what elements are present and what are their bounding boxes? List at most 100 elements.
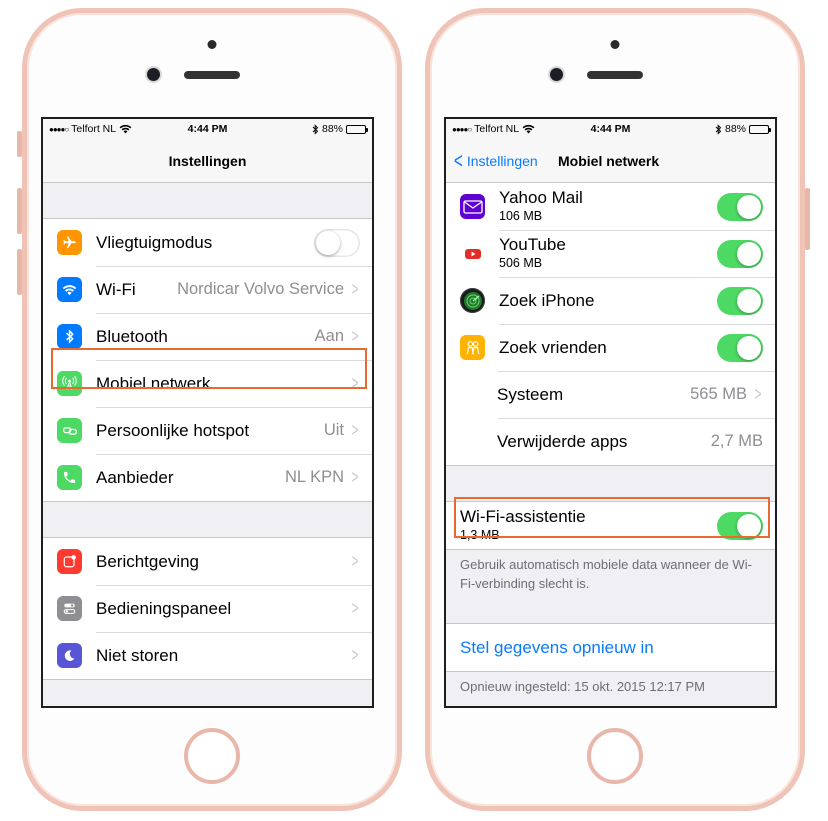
control-center-icon [57, 596, 82, 621]
settings-row-airplane[interactable]: Vliegtuigmodus [43, 219, 372, 266]
notifications-icon [57, 549, 82, 574]
settings-row-notifications[interactable]: Berichtgeving > [43, 538, 372, 585]
mute-switch [17, 131, 22, 157]
app-row-find-iphone: Zoek iPhone [446, 277, 775, 324]
row-system[interactable]: Systeem 565 MB > [446, 371, 775, 418]
proximity-sensor [207, 40, 217, 49]
find-friends-icon [460, 335, 485, 360]
settings-row-hotspot[interactable]: Persoonlijke hotspot Uit > [43, 407, 372, 454]
back-button[interactable]: < Instellingen [452, 147, 538, 173]
antenna-icon [57, 371, 82, 396]
chevron-right-icon: > [351, 598, 359, 618]
front-camera [147, 68, 160, 81]
battery-percent: 88% [724, 123, 746, 135]
app-name: Yahoo Mail [499, 188, 583, 208]
settings-row-label: Mobiel netwerk [96, 373, 211, 393]
nav-bar: Instellingen [43, 139, 372, 183]
signal-icon: ●●●●○ [452, 124, 472, 134]
settings-row-bluetooth[interactable]: Bluetooth Aan > [43, 313, 372, 360]
battery-percent: 88% [321, 123, 343, 135]
app-name: Zoek iPhone [499, 290, 595, 310]
app-data-size: 506 MB [499, 255, 543, 270]
front-camera [550, 68, 563, 81]
chevron-right-icon: > [351, 420, 359, 440]
app-row-find-friends: Zoek vrienden [446, 324, 775, 371]
hotspot-state: Uit [323, 421, 344, 439]
app-data-size: 106 MB [499, 208, 543, 223]
page-title: Instellingen [168, 152, 247, 169]
find-iphone-icon [460, 288, 485, 313]
carrier-name: Telfort NL [71, 123, 117, 135]
wifi-assist-size: 1,3 MB [460, 527, 500, 542]
airplane-toggle[interactable] [314, 228, 360, 257]
carrier-value: NL KPN [285, 468, 344, 486]
yahoo-mail-icon [460, 194, 485, 219]
row-deleted-apps: Verwijderde apps 2,7 MB [446, 418, 775, 465]
last-reset-note: Opnieuw ingesteld: 15 okt. 2015 12:17 PM [460, 679, 705, 694]
settings-row-label: Niet storen [96, 645, 179, 665]
wifi-icon [57, 277, 82, 302]
clock: 4:44 PM [187, 123, 228, 135]
power-button [805, 188, 810, 250]
proximity-sensor [610, 40, 620, 49]
phone-left: ●●●●○ Telfort NL 4:44 PM 88% Instellinge… [17, 8, 402, 811]
row-wifi-assist: Wi-Fi-assistentie 1,3 MB [446, 502, 775, 549]
settings-row-label: Bedieningspaneel [96, 598, 232, 618]
chevron-right-icon: > [351, 279, 359, 299]
wifi-status-icon [119, 124, 132, 134]
nav-bar: < Instellingen Mobiel netwerk [446, 139, 775, 183]
chevron-right-icon: > [351, 551, 359, 571]
chevron-right-icon: > [351, 645, 359, 665]
status-bar: ●●●●○ Telfort NL 4:44 PM 88% [446, 119, 775, 139]
volume-up-button [17, 188, 22, 234]
signal-icon: ●●●●○ [49, 124, 69, 134]
clock: 4:44 PM [590, 123, 631, 135]
settings-row-carrier[interactable]: Aanbieder NL KPN > [43, 454, 372, 501]
settings-row-label: Berichtgeving [96, 551, 200, 571]
find-iphone-toggle[interactable] [717, 286, 763, 315]
settings-group-connectivity: Vliegtuigmodus Wi-Fi Nordicar Volvo Serv… [43, 218, 372, 502]
deleted-apps-size: 2,7 MB [710, 432, 763, 450]
app-name: YouTube [499, 235, 566, 255]
system-label: Systeem [497, 384, 564, 404]
find-friends-toggle[interactable] [717, 333, 763, 362]
settings-row-label: Wi-Fi [96, 279, 136, 299]
yahoo-mail-toggle[interactable] [717, 192, 763, 221]
system-size: 565 MB [690, 385, 747, 403]
bluetooth-state: Aan [314, 327, 344, 345]
settings-row-wifi[interactable]: Wi-Fi Nordicar Volvo Service > [43, 266, 372, 313]
settings-row-label: Bluetooth [96, 326, 168, 346]
chevron-right-icon: > [351, 373, 359, 393]
moon-icon [57, 643, 82, 668]
youtube-toggle[interactable] [717, 239, 763, 268]
chevron-right-icon: > [351, 326, 359, 346]
bluetooth-icon [57, 324, 82, 349]
chevron-right-icon: > [754, 384, 762, 404]
settings-row-label: Aanbieder [96, 467, 174, 487]
airplane-icon [57, 230, 82, 255]
settings-row-label: Persoonlijke hotspot [96, 420, 250, 440]
earpiece-speaker [587, 71, 643, 79]
wifi-assist-label: Wi-Fi-assistentie [460, 507, 586, 527]
phone-icon [57, 465, 82, 490]
screen-settings: ●●●●○ Telfort NL 4:44 PM 88% Instellinge… [41, 117, 374, 708]
settings-row-mobile-network[interactable]: Mobiel netwerk > [43, 360, 372, 407]
wifi-assist-toggle[interactable] [717, 511, 763, 540]
back-button-label: Instellingen [466, 152, 538, 169]
bluetooth-status-icon [715, 123, 722, 135]
home-button[interactable] [184, 728, 240, 784]
app-data-list: Yahoo Mail 106 MB YouTube 506 MB Zoek iP… [446, 183, 775, 466]
hotspot-icon [57, 418, 82, 443]
reset-stats-link[interactable]: Stel gegevens opnieuw in [460, 638, 654, 658]
home-button[interactable] [587, 728, 643, 784]
settings-row-control-center[interactable]: Bedieningspaneel > [43, 585, 372, 632]
settings-row-do-not-disturb[interactable]: Niet storen > [43, 632, 372, 679]
app-row-yahoo-mail: Yahoo Mail 106 MB [446, 183, 775, 230]
chevron-left-icon: < [453, 147, 463, 173]
volume-down-button [17, 249, 22, 295]
phone-right: ●●●●○ Telfort NL 4:44 PM 88% < Instellin… [425, 8, 810, 811]
row-reset-stats[interactable]: Stel gegevens opnieuw in [446, 624, 775, 671]
settings-row-label: Vliegtuigmodus [96, 232, 213, 252]
page-title: Mobiel netwerk [558, 152, 660, 169]
wifi-assist-group: Wi-Fi-assistentie 1,3 MB [446, 501, 775, 550]
